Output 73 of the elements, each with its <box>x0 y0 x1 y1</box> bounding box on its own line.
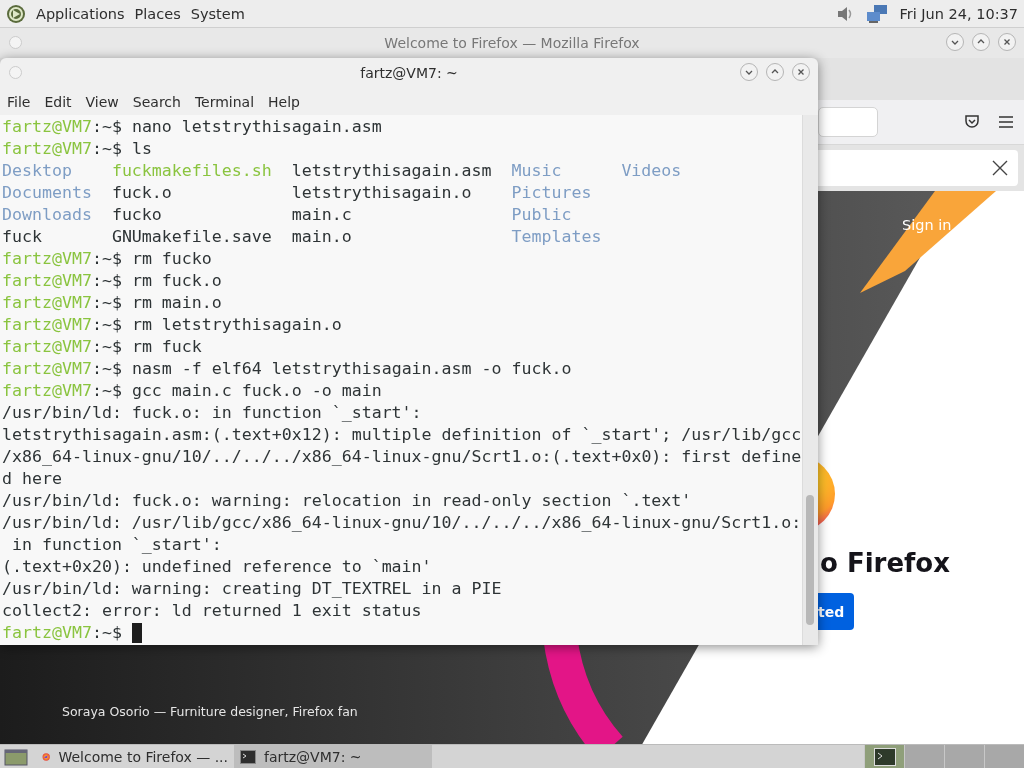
file-name: Templates <box>511 226 603 248</box>
panel-menu[interactable]: Applications <box>36 3 125 24</box>
menu-item[interactable]: File <box>0 93 38 110</box>
file-name: main.c <box>291 204 353 226</box>
terminal-line: /usr/bin/ld: /usr/lib/gcc/x86_64-linux-gnu/10/../../../x86_64-linux-gnu/Scrt1.o: <box>2 512 802 534</box>
photo-caption: Soraya Osorio — Furniture designer, Firefox fan <box>62 704 358 719</box>
file-name: fucko <box>111 204 163 226</box>
page-heading: o Firefox <box>820 548 950 578</box>
taskbar-button[interactable]: fartz@VM7: ~ <box>234 745 432 768</box>
terminal-line: collect2: error: ld returned 1 exit status <box>2 600 422 622</box>
file-name: fuck.o <box>111 182 173 204</box>
terminal-line: fartz@VM7:~$ ls <box>2 138 152 160</box>
file-name: fuck <box>2 226 43 248</box>
file-name: main.o <box>291 226 353 248</box>
maximize-button[interactable] <box>972 33 990 51</box>
maximize-button[interactable] <box>766 63 784 81</box>
distro-logo-icon[interactable] <box>6 3 26 24</box>
window-title: Welcome to Firefox — Mozilla Firefox <box>384 35 640 51</box>
close-button[interactable] <box>792 63 810 81</box>
file-name: Desktop <box>2 160 73 182</box>
terminal-line: fartz@VM7:~$ <box>2 622 123 644</box>
terminal-line: /usr/bin/ld: fuck.o: in function `_start': <box>2 402 422 424</box>
window-title: fartz@VM7: ~ <box>360 65 458 81</box>
url-field[interactable] <box>818 107 878 137</box>
panel-menu[interactable]: System <box>190 3 245 24</box>
network-icon[interactable] <box>865 3 890 24</box>
file-name: Pictures <box>511 182 593 204</box>
show-desktop-icon[interactable] <box>4 746 28 767</box>
file-name: Public <box>511 204 573 226</box>
terminal-line: fartz@VM7:~$ rm letstrythisagain.o <box>2 314 342 336</box>
pocket-icon[interactable] <box>964 114 980 130</box>
panel-menu[interactable]: Places <box>134 3 181 24</box>
clock[interactable]: Fri Jun 24, 10:37 <box>899 5 1018 22</box>
file-name: Documents <box>2 182 93 204</box>
file-name: Music <box>511 160 563 182</box>
menu-item[interactable]: Terminal <box>187 93 262 110</box>
menu-icon[interactable] <box>998 115 1014 129</box>
file-name: GNUmakefile.save <box>111 226 273 248</box>
terminal-line: fartz@VM7:~$ gcc main.c fuck.o -o main <box>2 380 382 402</box>
terminal-line: /usr/bin/ld: fuck.o: warning: relocation in read-only section `.text' <box>2 490 692 512</box>
terminal-line: fartz@VM7:~$ nasm -f elf64 letstrythisagain.asm -o fuck.o <box>2 358 572 380</box>
get-started-button[interactable]: ted <box>818 593 854 630</box>
file-name: letstrythisagain.asm <box>291 160 493 182</box>
terminal-icon <box>240 748 256 765</box>
terminal-line: /x86_64-linux-gnu/10/../../../x86_64-linux-gnu/Scrt1.o:(.text+0x0): first define <box>2 446 802 468</box>
terminal-line: fartz@VM7:~$ rm main.o <box>2 292 222 314</box>
minimize-button[interactable] <box>946 33 964 51</box>
menu-item[interactable]: Help <box>261 93 307 110</box>
terminal-line: fartz@VM7:~$ nano letstrythisagain.asm <box>2 116 382 138</box>
scrollbar[interactable] <box>802 115 818 645</box>
close-icon <box>1002 37 1012 47</box>
menu-item[interactable]: Edit <box>37 93 79 110</box>
close-button[interactable] <box>998 33 1016 51</box>
terminal-line: in function `_start': <box>11 534 222 556</box>
terminal-line: /usr/bin/ld: warning: creating DT_TEXTREL in a PIE <box>2 578 502 600</box>
file-name: fuckmakefiles.sh <box>111 160 273 182</box>
file-name: Downloads <box>2 204 93 226</box>
close-icon[interactable] <box>992 160 1008 176</box>
terminal-line: fartz@VM7:~$ rm fucko <box>2 248 212 270</box>
terminal-line: fartz@VM7:~$ rm fuck.o <box>2 270 222 292</box>
minimize-button[interactable] <box>740 63 758 81</box>
terminal-icon <box>873 747 896 766</box>
workspace-switcher[interactable] <box>864 744 1024 768</box>
terminal-line: (.text+0x20): undefined reference to `main' <box>2 556 432 578</box>
terminal-line: letstrythisagain.asm:(.text+0x12): multiple definition of `_start'; /usr/lib/gcc <box>2 424 802 446</box>
terminal-line: fartz@VM7:~$ rm fuck <box>2 336 202 358</box>
terminal-line: d here <box>2 468 62 490</box>
file-name: Videos <box>621 160 683 182</box>
menu-item[interactable]: View <box>78 93 126 110</box>
file-name: letstrythisagain.o <box>291 182 473 204</box>
menu-item[interactable]: Search <box>125 93 188 110</box>
close-icon <box>796 67 806 77</box>
scrollbar-thumb[interactable] <box>806 495 814 625</box>
